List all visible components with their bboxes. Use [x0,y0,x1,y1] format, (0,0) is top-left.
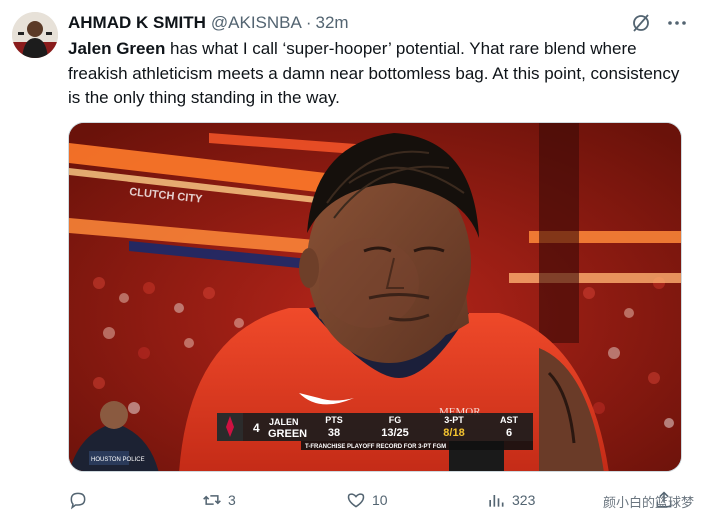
stat-value-3pt: 8/18 [443,427,464,439]
scorebug-footnote: T-FRANCHISE PLAYOFF RECORD FOR 3-PT FGM [305,444,446,450]
interview-photo: CLUTCH CITY HOUSTON POLICE MEMOR 4 JALEN… [69,123,681,471]
grok-icon[interactable] [630,12,652,34]
stat-value-pts: 38 [328,427,340,439]
jersey-number: 4 [253,421,260,435]
retweet-count: 3 [228,492,236,508]
like-count: 10 [372,492,388,508]
avatar-image [12,12,58,58]
author-name[interactable]: AHMAD K SMITH [68,13,206,33]
stat-value-fg: 13/25 [381,427,409,439]
avatar[interactable] [12,12,58,58]
views-icon [489,495,504,507]
stat-label-pts: PTS [325,415,343,425]
separator-dot: · [305,13,312,32]
tweet-actions: 3 10 323 [68,487,682,513]
tweet-header: AHMAD K SMITH @AKISNBA · 32m [68,12,349,34]
tweet-media[interactable]: CLUTCH CITY HOUSTON POLICE MEMOR 4 JALEN… [68,122,682,472]
views-button[interactable]: 323 [486,490,535,510]
more-icon[interactable] [666,12,688,34]
stat-label-fg: FG [389,415,402,425]
author-handle[interactable]: @AKISNBA [211,13,302,33]
mention-name: Jalen Green [68,39,166,58]
like-icon [347,493,365,508]
stat-label-ast: AST [500,415,519,425]
watermark: 颜小白的篮球梦 [602,495,694,510]
reply-icon [70,492,86,510]
tweet-text: Jalen Green has what I call ‘super-hoope… [68,37,693,111]
view-count: 323 [512,492,536,508]
retweet-icon [203,495,221,505]
police-patch: HOUSTON POLICE [91,457,145,463]
timestamp[interactable]: 32m [316,13,349,33]
stat-label-3pt: 3-PT [444,415,464,425]
first-name: JALEN [269,417,299,427]
stat-value-ast: 6 [506,427,512,439]
like-button[interactable]: 10 [346,490,388,510]
retweet-button[interactable]: 3 [202,490,236,510]
last-name: GREEN [268,428,307,440]
reply-button[interactable] [68,490,94,510]
